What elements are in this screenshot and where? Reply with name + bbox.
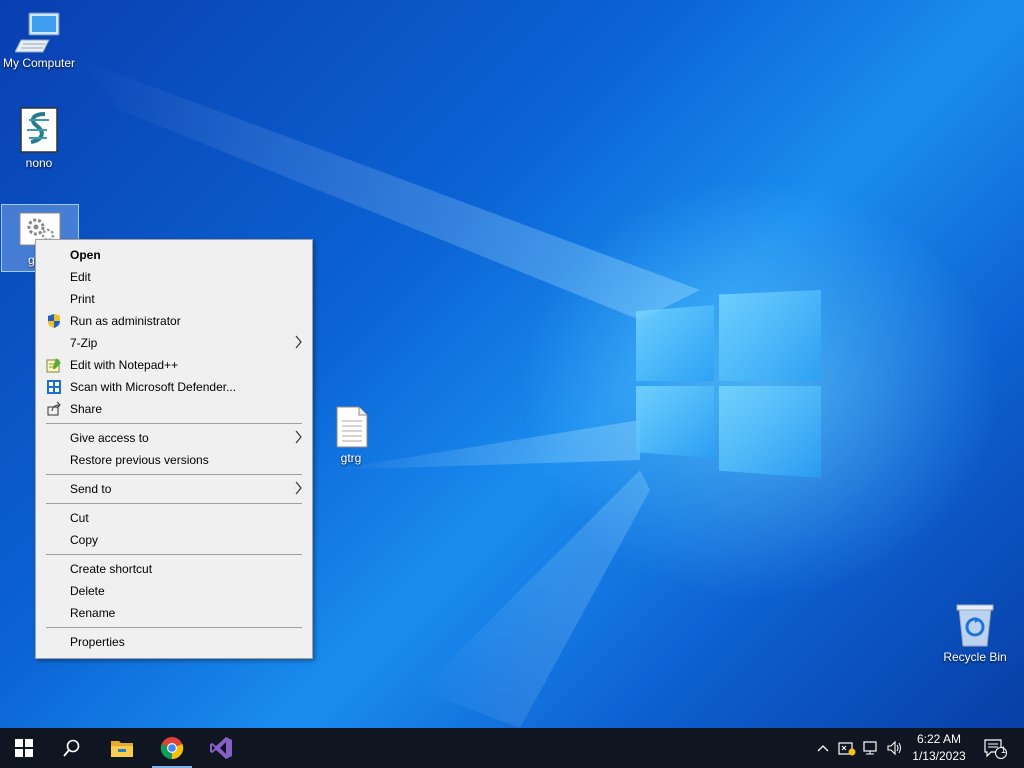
menu-item-scan-with-defender[interactable]: Scan with Microsoft Defender... [36, 376, 312, 398]
menu-item-label: Print [70, 292, 95, 306]
search-button[interactable] [48, 728, 96, 768]
menu-item-label: Edit [70, 270, 91, 284]
menu-item-print[interactable]: Print [36, 288, 312, 310]
defender-tray-icon [838, 742, 856, 756]
desktop-icon-gtrg[interactable]: gtrg [313, 405, 389, 465]
menu-item-copy[interactable]: Copy [36, 529, 312, 551]
menu-item-label: Cut [70, 511, 89, 525]
share-icon [47, 401, 61, 416]
desktop-icon-my-computer[interactable]: My Computer [1, 10, 77, 70]
menu-item-label: Open [70, 248, 101, 262]
chevron-right-icon [295, 335, 302, 349]
menu-item-label: 7-Zip [70, 336, 98, 350]
desktop-icon-recycle-bin[interactable]: Recycle Bin [937, 602, 1013, 664]
chevron-up-icon [817, 745, 829, 752]
tray-security-icon[interactable] [836, 728, 858, 768]
desktop-icon-nono[interactable]: nono [1, 106, 77, 170]
menu-item-label: Edit with Notepad++ [70, 358, 179, 372]
menu-item-label: Give access to [70, 431, 149, 445]
desktop[interactable]: My Computer nono g gtrg Recycle Bin Open… [0, 0, 1024, 728]
menu-item-properties[interactable]: Properties [36, 631, 312, 653]
menu-separator [46, 554, 302, 555]
tray-volume-icon[interactable] [884, 728, 906, 768]
network-icon [863, 741, 877, 755]
menu-item-label: Run as administrator [70, 314, 181, 328]
desktop-icon-label: nono [25, 156, 53, 170]
menu-item-cut[interactable]: Cut [36, 507, 312, 529]
action-center-button[interactable]: 1 [978, 728, 1012, 768]
uac-shield-icon [48, 314, 60, 328]
menu-separator [46, 503, 302, 504]
tray-network-icon[interactable] [860, 728, 882, 768]
desktop-icon-label: Recycle Bin [943, 650, 1007, 664]
desktop-icon-label: My Computer [2, 56, 76, 70]
speaker-icon [887, 740, 901, 756]
menu-item-label: Create shortcut [70, 562, 153, 576]
defender-icon [47, 380, 61, 394]
menu-item-create-shortcut[interactable]: Create shortcut [36, 558, 312, 580]
clock-date: 1/13/2023 [912, 749, 966, 763]
menu-separator [46, 627, 302, 628]
menu-item-share[interactable]: Share [36, 398, 312, 420]
menu-item-edit-with-notepad[interactable]: Edit with Notepad++ [36, 354, 312, 376]
start-button[interactable] [0, 728, 48, 768]
menu-item-delete[interactable]: Delete [36, 580, 312, 602]
notepadplusplus-icon [46, 358, 61, 373]
clock-time: 6:22 AM [916, 732, 962, 746]
menu-item-label: Delete [70, 584, 105, 598]
chevron-right-icon [295, 430, 302, 444]
menu-item-run-as-administrator[interactable]: Run as administrator [36, 310, 312, 332]
show-hidden-icons-button[interactable] [814, 728, 832, 768]
context-menu: Open Edit Print Run as administrator 7-Z… [35, 239, 313, 659]
taskbar: 6:22 AM 1/13/2023 1 [0, 728, 1024, 768]
computer-icon [15, 12, 60, 53]
visual-studio-icon [210, 737, 232, 759]
menu-item-send-to[interactable]: Send to [36, 478, 312, 500]
text-file-icon [336, 406, 368, 448]
notification-count: 1 [1001, 745, 1007, 755]
taskbar-file-explorer[interactable] [98, 728, 146, 768]
taskbar-chrome[interactable] [148, 728, 196, 768]
menu-item-open[interactable]: Open [36, 244, 312, 266]
menu-item-edit[interactable]: Edit [36, 266, 312, 288]
menu-item-rename[interactable]: Rename [36, 602, 312, 624]
taskbar-clock[interactable]: 6:22 AM 1/13/2023 [904, 731, 974, 765]
menu-item-label: Send to [70, 482, 112, 496]
taskbar-visual-studio[interactable] [197, 728, 245, 768]
script-file-icon [20, 107, 58, 153]
menu-separator [46, 423, 302, 424]
windows-start-icon [15, 739, 33, 757]
menu-item-label: Restore previous versions [70, 453, 209, 467]
menu-item-label: Share [70, 402, 103, 416]
menu-item-give-access-to[interactable]: Give access to [36, 427, 312, 449]
menu-separator [46, 474, 302, 475]
menu-item-label: Scan with Microsoft Defender... [70, 380, 237, 394]
chrome-icon [160, 737, 184, 760]
file-explorer-icon [111, 741, 133, 757]
menu-item-label: Rename [70, 606, 116, 620]
menu-item-restore-previous-versions[interactable]: Restore previous versions [36, 449, 312, 471]
menu-item-label: Copy [70, 533, 99, 547]
menu-item-7zip[interactable]: 7-Zip [36, 332, 312, 354]
menu-item-label: Properties [70, 635, 125, 649]
recycle-bin-icon [956, 604, 994, 647]
desktop-icon-label: gtrg [340, 451, 362, 465]
search-icon [63, 739, 80, 757]
chevron-right-icon [295, 481, 302, 495]
